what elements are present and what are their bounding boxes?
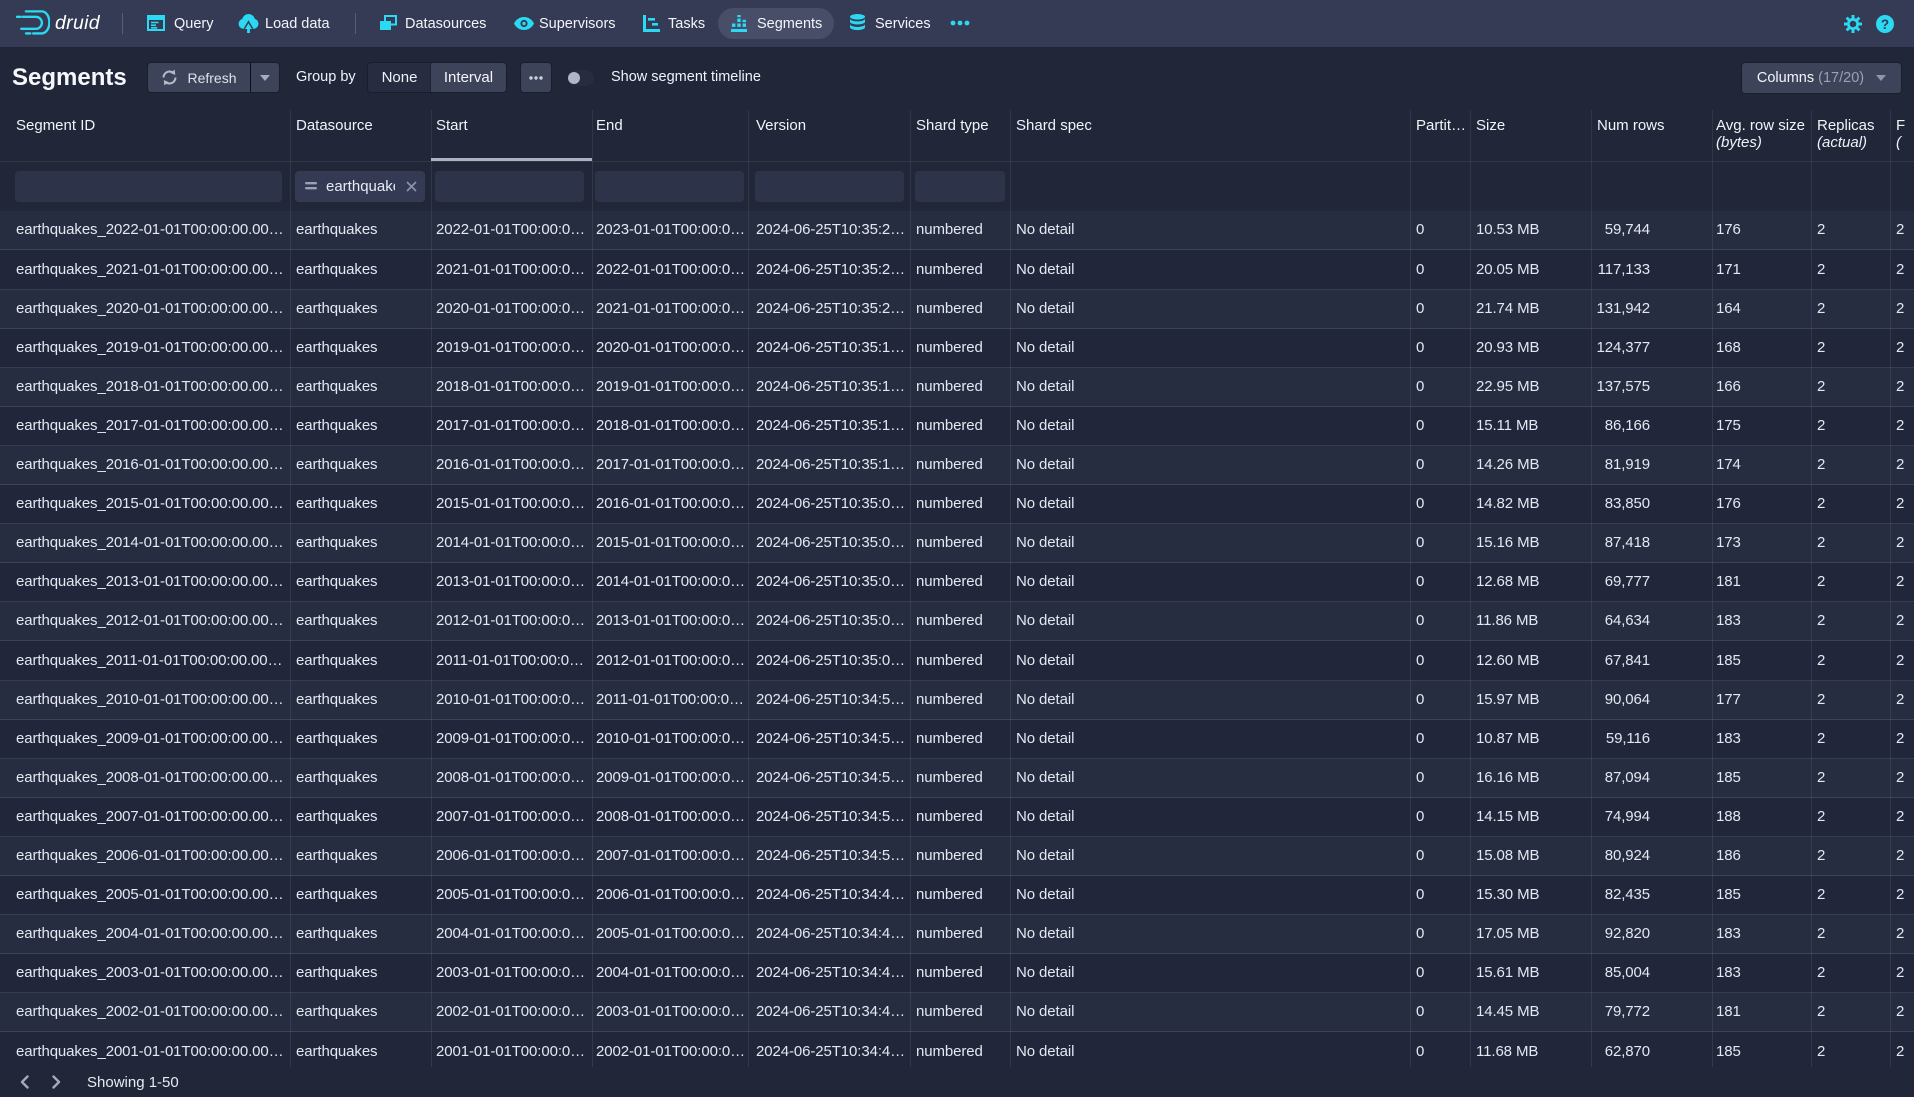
svg-text:?: ? (1881, 17, 1889, 32)
